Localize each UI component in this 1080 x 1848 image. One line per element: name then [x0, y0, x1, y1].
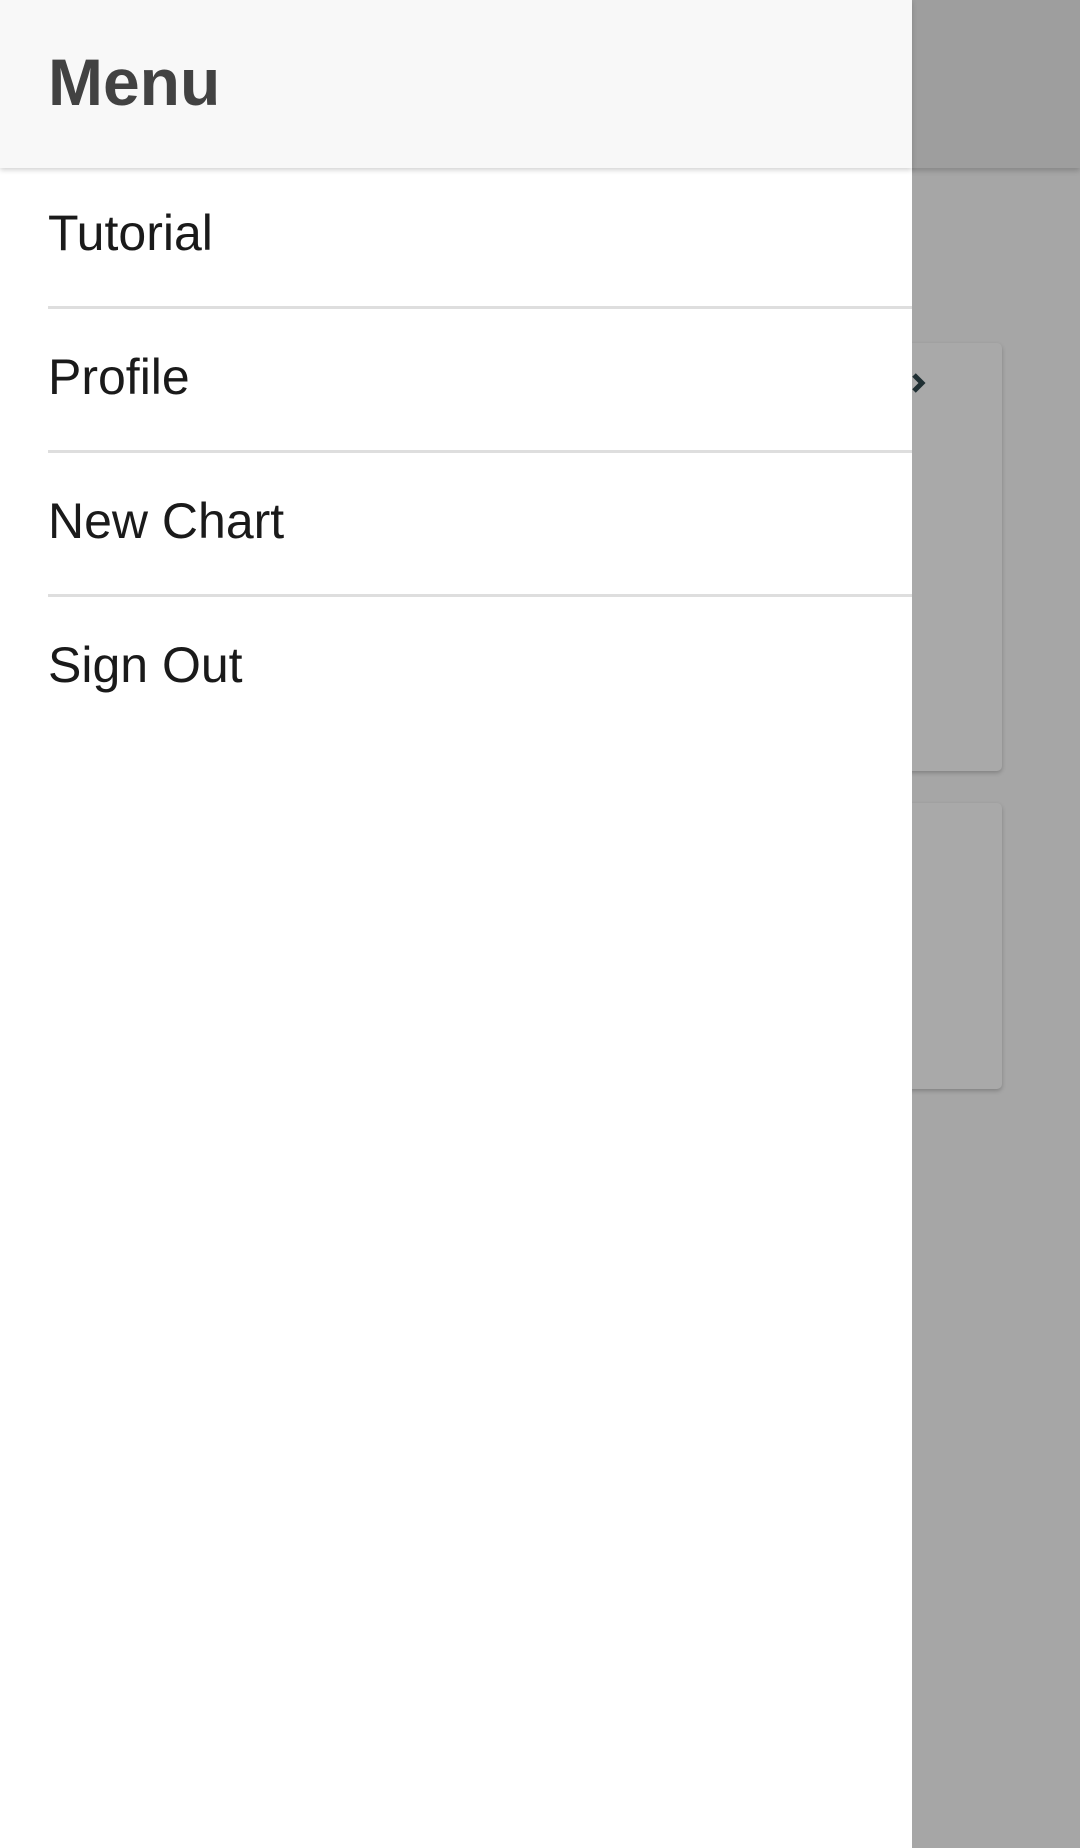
menu-item-label: Profile — [48, 349, 190, 405]
menu-item-tutorial[interactable]: Tutorial — [0, 168, 912, 312]
menu-item-label: Sign Out — [48, 637, 243, 693]
menu-item-label: New Chart — [48, 493, 285, 549]
divider — [48, 306, 912, 309]
menu-item-new-chart[interactable]: New Chart — [0, 456, 912, 600]
menu-list: Tutorial Profile New Chart Sign Out — [0, 168, 912, 744]
drawer-title: Menu — [48, 45, 221, 119]
navigation-drawer: Menu Tutorial Profile New Chart Sign Out — [0, 0, 912, 1848]
drawer-header: Menu — [0, 0, 912, 168]
divider — [48, 594, 912, 597]
app-screen: Menu Tutorial Profile New Chart Sign Out — [0, 0, 1080, 1848]
menu-item-sign-out[interactable]: Sign Out — [0, 600, 912, 744]
menu-item-label: Tutorial — [48, 205, 213, 261]
menu-item-profile[interactable]: Profile — [0, 312, 912, 456]
divider — [48, 450, 912, 453]
